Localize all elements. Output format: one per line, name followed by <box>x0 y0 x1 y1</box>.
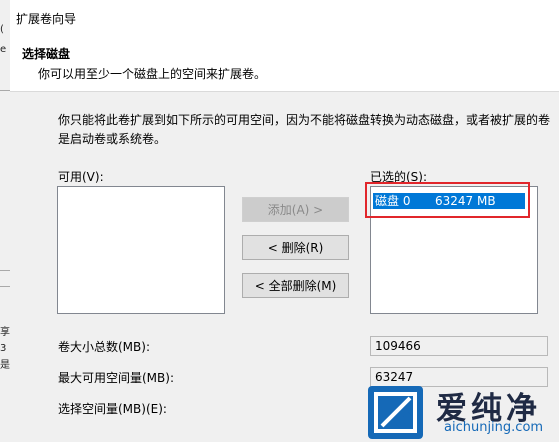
background-text-fragment: e <box>0 44 7 55</box>
available-label: 可用(V): <box>58 170 104 184</box>
watermark-logo-icon <box>368 386 423 439</box>
remove-all-button[interactable]: < 全部删除(M) <box>242 273 349 298</box>
window-title: 扩展卷向导 <box>16 12 77 26</box>
background-divider <box>0 286 10 287</box>
background-text-fragment: ( <box>0 24 4 35</box>
background-text-fragment: 是 <box>0 360 10 371</box>
select-amount-label: 选择空间量(MB)(E): <box>58 402 167 416</box>
watermark: 爱纯净 aichunjing.com <box>364 381 559 442</box>
add-button[interactable]: 添加(A) > <box>242 197 349 222</box>
wizard-header: 选择磁盘 你可以用至少一个磁盘上的空间来扩展卷。 <box>10 36 559 92</box>
page-heading: 选择磁盘 <box>22 47 71 61</box>
background-text-fragment: 享 <box>0 327 10 338</box>
background-divider <box>0 90 10 91</box>
available-disks-list[interactable] <box>57 186 225 314</box>
total-size-field: 109466 <box>370 336 548 356</box>
total-size-label: 卷大小总数(MB): <box>58 340 150 354</box>
background-divider <box>0 270 10 271</box>
screen: ( e 享 3 是 扩展卷向导 选择磁盘 你可以用至少一个磁盘上的空间来扩展卷。… <box>0 0 559 442</box>
remove-button[interactable]: < 删除(R) <box>242 235 349 260</box>
page-subheading: 你可以用至少一个磁盘上的空间来扩展卷。 <box>38 67 267 81</box>
red-highlight-box <box>365 182 530 218</box>
max-available-label: 最大可用空间量(MB): <box>58 371 174 385</box>
description-text: 你只能将此卷扩展到如下所示的可用空间，因为不能将磁盘转换为动态磁盘，或者被扩展的… <box>58 113 551 146</box>
wizard-title-bar: 扩展卷向导 <box>10 0 559 36</box>
watermark-url: aichunjing.com <box>444 420 544 435</box>
background-text-fragment: 3 <box>0 343 7 354</box>
